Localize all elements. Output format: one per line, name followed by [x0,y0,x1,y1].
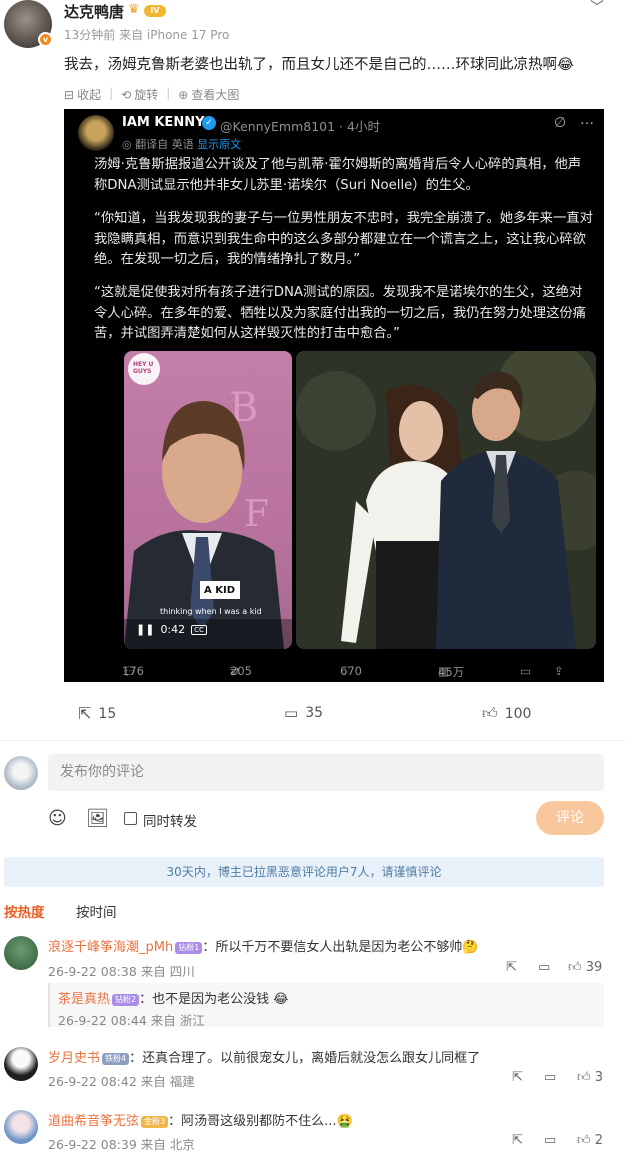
author-name[interactable]: 达克鸭唐 [64,1,124,22]
share-icon: ⇪ [554,664,564,678]
tweet-paragraph: “这就是促使我对所有孩子进行DNA测试的原因。发现我不是诺埃尔的生父，这绝对令人… [94,285,586,341]
divider: | [166,86,171,100]
verified-badge-icon: v [38,32,53,47]
comment-text-row: 浪逐千峰筝海潮_pMh 钻粉1 ：所以千万不要信女人出轨是因为老公不够帅🤔 [48,936,479,955]
comment-button[interactable]: ▭ 35 [284,704,323,722]
reply-text: ：也不是因为老公没钱 😂 [139,992,289,1007]
view-large-button[interactable]: ⊕ 查看大图 [178,86,239,103]
comment-text: ：还真合理了。以前很宠女儿，离婚后就没怎么跟女儿同框了 [129,1051,481,1066]
thumbs-up-icon: 👍︎ [577,1070,591,1085]
emoji-icon[interactable]: ☺ [48,808,67,829]
repost-icon: ⇱ [78,704,92,723]
tweet-avatar [78,115,114,151]
commenter-avatar[interactable] [4,1110,38,1144]
commenter-avatar[interactable] [4,1047,38,1081]
repost-button[interactable]: ⇱ 15 [78,704,116,723]
svg-text:F: F [244,494,269,535]
reply-meta: 26-9-22 08:44 来自 浙江 [58,1013,205,1028]
comment-icon: ▭ [284,704,299,722]
translation-note: ◎ 翻译自 英语 显示原文 [122,138,242,151]
image-icon[interactable]: 🖼︎ [86,808,109,829]
comment-text-row: 道曲希音筝无弦 金粉3 ：阿汤哥这级别都防不住么...🤮 [48,1110,353,1129]
image-toolbar: ⊟ 收起 | ⟲ 旋转 | ⊕ 查看大图 [64,86,239,103]
thumbs-up-icon: 👍︎ [482,704,498,722]
fan-level-badge: 钻粉2 [112,994,140,1006]
commenter-name[interactable]: 浪逐千峰筝海潮_pMh [48,940,173,955]
rotate-icon: ⟲ [121,87,132,102]
reply-comment-icon[interactable]: ▭ [538,960,550,975]
collapse-icon: ⊟ [64,87,75,102]
commenter-avatar[interactable] [4,936,38,970]
divider [0,740,625,741]
couple-photo-illustration [296,351,596,649]
also-repost-label[interactable]: 同时转发 [143,810,197,830]
collapse-button[interactable]: ⊟ 收起 [64,86,101,103]
post-meta: 13分钟前 来自 iPhone 17 Pro [64,28,230,42]
thumbs-up-icon: 👍︎ [568,960,582,975]
comment-text: ：阿汤哥这级别都防不住么...🤮 [168,1114,353,1129]
comment-like-button[interactable]: 👍︎ 39 [568,960,602,975]
video-time: 0:42 [160,623,186,636]
more-icon: … [580,112,594,128]
rotate-button[interactable]: ⟲ 旋转 [121,86,158,103]
fan-level-badge: 金粉3 [141,1116,169,1128]
sort-by-time-tab[interactable]: 按时间 [76,901,117,921]
sort-by-hot-tab[interactable]: 按热度 [4,901,45,921]
tweet-video-thumbnail: B F HEY U GUYS A KID thinking when I was… [124,351,292,649]
comment-input[interactable]: 发布你的评论 [48,754,604,791]
grok-icon: ∅ [554,115,567,131]
comment-text-row: 岁月史书 铁粉4 ：还真合理了。以前很宠女儿，离婚后就没怎么跟女儿同框了 [48,1047,480,1066]
crown-icon: ♛ [128,2,140,17]
pause-icon: ❚❚ [136,623,155,636]
bookmark-icon: ▭ [520,664,531,678]
share-comment-icon[interactable]: ⇱ [506,960,517,975]
comment-text: ：所以千万不要信女人出轨是因为老公不够帅🤔 [202,940,479,955]
reply-thread: 茶是真热 钻粉2 ：也不是因为老公没钱 😂 26-9-22 08:44 来自 浙江 [48,983,604,1028]
comment-like-button[interactable]: 👍︎ 2 [577,1133,603,1148]
current-user-avatar[interactable] [4,756,38,790]
commenter-name[interactable]: 岁月史书 [48,1051,100,1066]
globe-icon: ◎ [122,138,132,151]
reply-text-row: 茶是真热 钻粉2 ：也不是因为老公没钱 😂 [58,988,288,1007]
video-frame-illustration: B F [124,353,292,649]
fan-level-badge: 铁粉4 [102,1053,130,1065]
video-controls: ❚❚ 0:42 CC [136,623,207,636]
zoom-icon: ⊕ [178,87,189,102]
post-text: 我去，汤姆克鲁斯老婆也出轨了，而且女儿还不是自己的……环球同此凉热啊😂 [64,57,574,73]
tweet-photo [296,351,596,649]
reply-comment-icon[interactable]: ▭ [544,1133,556,1148]
submit-comment-button[interactable]: 评论 [536,801,604,835]
cc-icon: CC [191,624,207,635]
video-caption-tag: A KID [204,585,235,596]
divider [48,983,50,1027]
tweet-screenshot-image[interactable]: IAM KENNY ✓ @KennyEmm8101 · 4小时 ∅ … ◎ 翻译… [64,109,604,682]
thumbs-up-icon: 👍︎ [577,1133,591,1148]
channel-logo: HEY U GUYS [133,361,154,375]
show-original-link: 显示原文 [197,138,242,151]
video-subtitle: thinking when I was a kid [160,607,262,616]
also-repost-checkbox[interactable] [124,812,137,825]
like-button[interactable]: 👍︎ 100 [482,704,531,723]
comment-meta: 26-9-22 08:38 来自 四川 [48,964,195,979]
tweet-paragraph: 汤姆·克鲁斯据报道公开谈及了他与凯蒂·霍尔姆斯的离婚背后令人心碎的真相，他声称D… [94,157,582,193]
chevron-down-icon[interactable]: ﹀ [590,0,604,17]
block-notice: 30天内，博主已拉黑恶意评论用户7人，请谨慎评论 [4,857,604,887]
comment-meta: 26-9-22 08:42 来自 福建 [48,1074,195,1089]
comment-like-button[interactable]: 👍︎ 3 [577,1070,603,1085]
share-comment-icon[interactable]: ⇱ [512,1133,523,1148]
reply-comment-icon[interactable]: ▭ [544,1070,556,1085]
fan-level-badge: 钻粉1 [175,942,203,954]
tweet-author-name: IAM KENNY [122,115,205,130]
comment-meta: 26-9-22 08:39 来自 北京 [48,1137,195,1152]
tweet-verified-icon: ✓ [202,116,216,130]
commenter-name[interactable]: 道曲希音筝无弦 [48,1114,139,1129]
replier-name[interactable]: 茶是真热 [58,992,110,1007]
tweet-paragraph: “你知道，当我发现我的妻子与一位男性朋友不忠时，我完全崩溃了。她多年来一直对我隐… [94,211,593,267]
share-comment-icon[interactable]: ⇱ [512,1070,523,1085]
divider: | [109,86,114,100]
level-badge: IV [144,5,166,17]
tweet-handle: @KennyEmm8101 · 4小时 [220,119,380,134]
weibo-post-page: { "post": { "author": "达克鸭唐", "level": "… [0,0,625,1161]
